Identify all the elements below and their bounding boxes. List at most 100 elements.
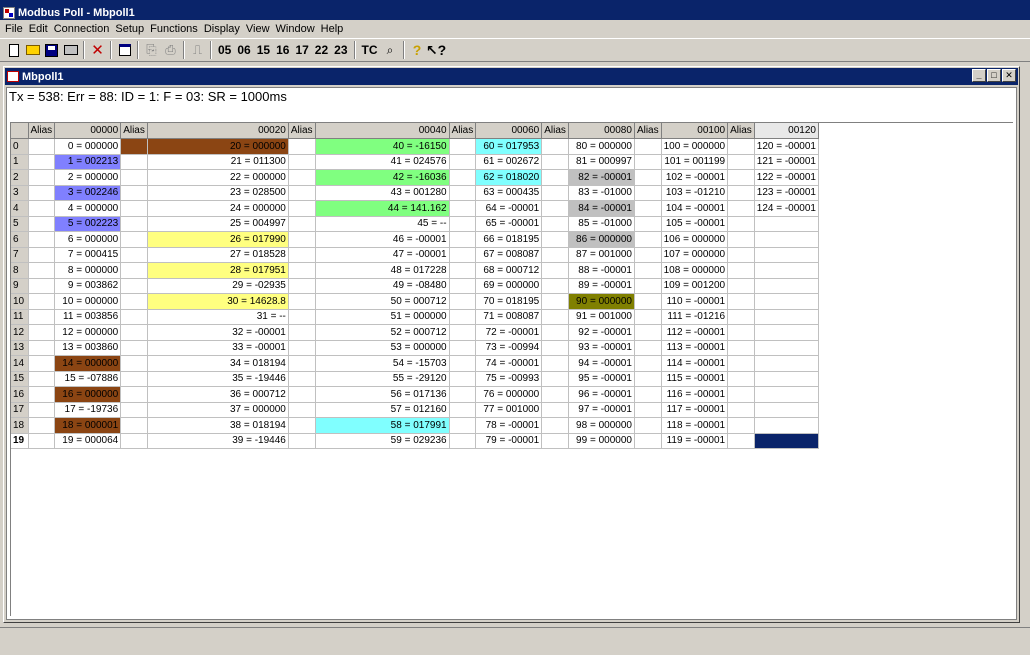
alias-cell[interactable]: [541, 386, 569, 403]
register-value-cell[interactable]: [754, 371, 819, 387]
row-number[interactable]: 13: [11, 340, 29, 356]
row-number[interactable]: 19: [11, 433, 29, 449]
register-value-cell[interactable]: 49 = -08480: [315, 278, 450, 294]
alias-cell[interactable]: [727, 262, 755, 279]
row-number[interactable]: 9: [11, 278, 29, 294]
alias-cell[interactable]: [28, 309, 56, 325]
alias-cell[interactable]: [541, 417, 569, 434]
register-value-cell[interactable]: 8 = 000000: [54, 262, 122, 279]
alias-cell[interactable]: [634, 200, 662, 217]
register-value-cell[interactable]: 20 = 000000: [147, 138, 289, 155]
register-value-cell[interactable]: 1 = 002213: [54, 154, 122, 170]
new-button[interactable]: [4, 41, 23, 60]
alias-cell[interactable]: [634, 278, 662, 294]
connect-button[interactable]: ⎘: [142, 41, 161, 60]
alias-column-header[interactable]: Alias: [288, 123, 316, 139]
alias-cell[interactable]: [541, 402, 569, 418]
register-value-cell[interactable]: 18 = 000001: [54, 417, 122, 434]
alias-cell[interactable]: [28, 293, 56, 310]
register-value-cell[interactable]: [754, 324, 819, 341]
register-value-cell[interactable]: [754, 386, 819, 403]
alias-cell[interactable]: [634, 386, 662, 403]
register-value-cell[interactable]: [754, 402, 819, 418]
register-value-cell[interactable]: [754, 216, 819, 232]
register-value-cell[interactable]: [754, 293, 819, 310]
alias-cell[interactable]: [727, 355, 755, 372]
alias-cell[interactable]: [727, 433, 755, 449]
register-value-cell[interactable]: 121 = -00001: [754, 154, 819, 170]
alias-cell[interactable]: [449, 262, 477, 279]
row-number[interactable]: 6: [11, 231, 29, 248]
register-value-cell[interactable]: 39 = -19446: [147, 433, 289, 449]
row-number[interactable]: 0: [11, 138, 29, 155]
alias-cell[interactable]: [28, 371, 56, 387]
alias-cell[interactable]: [634, 309, 662, 325]
register-value-cell[interactable]: 52 = 000712: [315, 324, 450, 341]
alias-cell[interactable]: [727, 278, 755, 294]
alias-cell[interactable]: [727, 231, 755, 248]
row-number[interactable]: 2: [11, 169, 29, 186]
register-value-cell[interactable]: 102 = -00001: [661, 169, 729, 186]
alias-cell[interactable]: [288, 433, 316, 449]
open-button[interactable]: [23, 41, 42, 60]
register-value-cell[interactable]: [754, 231, 819, 248]
register-value-cell[interactable]: 116 = -00001: [661, 386, 729, 403]
register-value-cell[interactable]: 92 = -00001: [568, 324, 635, 341]
register-value-cell[interactable]: 59 = 029236: [315, 433, 450, 449]
alias-cell[interactable]: [288, 309, 316, 325]
alias-cell[interactable]: [120, 262, 148, 279]
alias-cell[interactable]: [449, 309, 477, 325]
register-value-cell[interactable]: 51 = 000000: [315, 309, 450, 325]
register-value-cell[interactable]: 44 = 141.162: [315, 200, 450, 217]
alias-cell[interactable]: [634, 247, 662, 263]
help-button[interactable]: ?: [408, 41, 427, 60]
disconnect-button[interactable]: ⎙: [161, 41, 180, 60]
menu-help[interactable]: Help: [318, 20, 347, 38]
row-number[interactable]: 11: [11, 309, 29, 325]
alias-cell[interactable]: [634, 293, 662, 310]
register-value-cell[interactable]: 66 = 018195: [475, 231, 543, 248]
register-value-cell[interactable]: 62 = 018020: [475, 169, 543, 186]
register-value-cell[interactable]: 33 = -00001: [147, 340, 289, 356]
register-value-cell[interactable]: 96 = -00001: [568, 386, 635, 403]
row-number[interactable]: 15: [11, 371, 29, 387]
alias-cell[interactable]: [120, 402, 148, 418]
register-value-cell[interactable]: 70 = 018195: [475, 293, 543, 310]
alias-cell[interactable]: [727, 200, 755, 217]
alias-cell[interactable]: [120, 293, 148, 310]
register-value-cell[interactable]: 123 = -00001: [754, 185, 819, 201]
alias-cell[interactable]: [541, 185, 569, 201]
function-16-button[interactable]: 16: [273, 41, 292, 60]
register-value-cell[interactable]: 115 = -00001: [661, 371, 729, 387]
alias-cell[interactable]: [288, 169, 316, 186]
register-column-header[interactable]: 00100: [661, 123, 729, 139]
alias-cell[interactable]: [449, 247, 477, 263]
alias-cell[interactable]: [727, 402, 755, 418]
register-value-cell[interactable]: 109 = 001200: [661, 278, 729, 294]
menu-file[interactable]: File: [2, 20, 26, 38]
alias-cell[interactable]: [28, 355, 56, 372]
alias-column-header[interactable]: Alias: [727, 123, 755, 139]
alias-cell[interactable]: [288, 417, 316, 434]
alias-cell[interactable]: [449, 169, 477, 186]
register-value-cell[interactable]: 43 = 001280: [315, 185, 450, 201]
register-value-cell[interactable]: [754, 262, 819, 279]
delete-button[interactable]: ✕: [88, 41, 107, 60]
register-value-cell[interactable]: 64 = -00001: [475, 200, 543, 217]
register-value-cell[interactable]: 6 = 000000: [54, 231, 122, 248]
register-grid[interactable]: Alias 00000 Alias 00020 Alias 00040 Alias 00060…: [10, 122, 1013, 616]
alias-cell[interactable]: [541, 169, 569, 186]
register-column-header[interactable]: 00020: [147, 123, 289, 139]
row-number[interactable]: 18: [11, 417, 29, 434]
register-value-cell[interactable]: 22 = 000000: [147, 169, 289, 186]
alias-cell[interactable]: [727, 417, 755, 434]
alias-cell[interactable]: [120, 154, 148, 170]
register-value-cell[interactable]: 24 = 000000: [147, 200, 289, 217]
alias-cell[interactable]: [28, 417, 56, 434]
alias-cell[interactable]: [634, 324, 662, 341]
alias-cell[interactable]: [288, 185, 316, 201]
alias-cell[interactable]: [120, 340, 148, 356]
register-value-cell[interactable]: 79 = -00001: [475, 433, 543, 449]
alias-cell[interactable]: [449, 200, 477, 217]
register-value-cell[interactable]: 15 = -07886: [54, 371, 122, 387]
